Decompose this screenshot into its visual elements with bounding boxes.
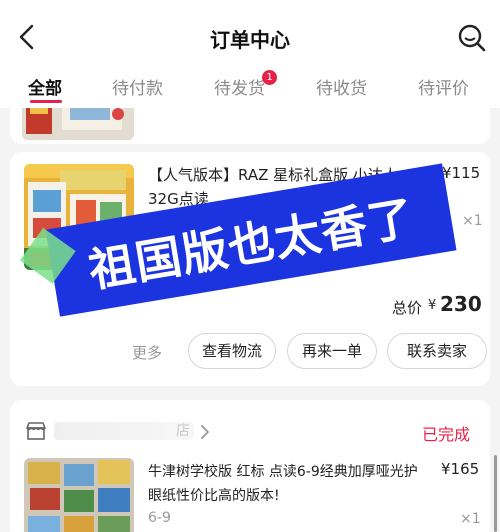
chevron-right-icon[interactable] (200, 424, 210, 440)
shop-icon (26, 422, 46, 440)
product-title-second[interactable]: 牛津树学校版 红标 点读6-9经典加厚哑光护眼纸性价比高的版本! (148, 460, 428, 508)
tab-active-indicator (30, 100, 62, 103)
top-bar: 订单中心 全部 待付款 待发货 1 待收货 待评价 (0, 0, 500, 108)
tab-pending-shipment[interactable]: 待发货 (214, 74, 265, 99)
total-price-value: 230 (440, 292, 482, 316)
order-tabs: 全部 待付款 待发货 1 待收货 待评价 (0, 70, 500, 104)
view-logistics-button[interactable]: 查看物流 (188, 333, 276, 369)
product-price: ¥115 (442, 164, 481, 182)
product-quantity-second: ×1 (460, 511, 481, 527)
product-thumbnail-second[interactable] (24, 458, 134, 532)
product-price-second: ¥165 (441, 460, 480, 478)
tab-pending-review[interactable]: 待评价 (418, 74, 469, 99)
product-spec-second: 6-9 (148, 510, 171, 526)
tab-pending-receipt[interactable]: 待收货 (316, 74, 367, 99)
page-title: 订单中心 (210, 28, 290, 52)
total-price-label: 总价 (392, 299, 423, 317)
more-button[interactable]: 更多 (132, 342, 162, 363)
search-icon[interactable] (456, 22, 488, 54)
pending-shipment-badge: 1 (262, 70, 277, 85)
scrollbar[interactable] (494, 455, 497, 532)
shop-name-blurred[interactable] (54, 422, 194, 440)
total-price-currency: ¥ (428, 298, 437, 313)
contact-seller-button[interactable]: 联系卖家 (387, 333, 487, 369)
product-quantity: ×1 (462, 213, 483, 229)
order-status: 已完成 (422, 425, 471, 444)
buy-again-button[interactable]: 再来一单 (287, 333, 377, 369)
tab-pending-payment[interactable]: 待付款 (112, 74, 163, 99)
tab-all[interactable]: 全部 (28, 74, 62, 99)
shop-name-tail: 店 (176, 423, 190, 439)
